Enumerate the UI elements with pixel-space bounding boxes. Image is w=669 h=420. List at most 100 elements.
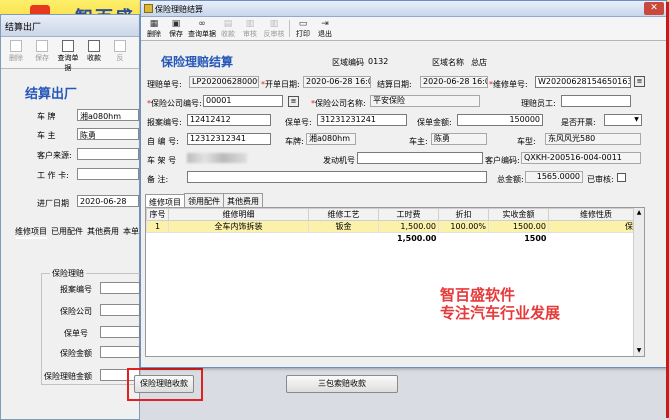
- audit-button[interactable]: ▥ 审核: [239, 18, 261, 39]
- remark-field[interactable]: [187, 171, 487, 183]
- staff-label: 理赔员工:: [521, 99, 556, 108]
- vin-redacted: [187, 153, 247, 163]
- scroll-up-icon[interactable]: ▲: [634, 208, 644, 218]
- phone-field[interactable]: 12312312341: [187, 133, 271, 145]
- bg-ins-field-4[interactable]: [100, 346, 140, 358]
- table-row[interactable]: 1 全车内饰拆装 钣金 1,500.00 100.00% 1500.00 保险: [146, 220, 644, 233]
- bg-source-field[interactable]: [77, 148, 139, 160]
- cell-detail: 全车内饰拆装: [168, 220, 309, 233]
- table-header-row: 序号 维修明细 维修工艺 工时费 折扣 实收金额 维修性质: [146, 208, 644, 221]
- bg-tab-parts[interactable]: 已用配件: [51, 226, 83, 239]
- policy-no-field[interactable]: 31231231241: [317, 114, 407, 126]
- col-header[interactable]: 维修性质: [548, 208, 644, 221]
- bg-entry-date-field[interactable]: 2020-06-28: [77, 195, 139, 207]
- settle-date-field[interactable]: 2020-06-28 16:05: [420, 76, 488, 88]
- bg-entry-date-label: 进厂日期: [37, 199, 69, 208]
- receive-icon: [88, 40, 100, 52]
- bg-delete-button[interactable]: 删除: [5, 39, 27, 66]
- bg-reverse-button[interactable]: 反: [109, 39, 131, 66]
- ins-code-field[interactable]: 00001: [203, 95, 283, 107]
- repair-items-table: 序号 维修明细 维修工艺 工时费 折扣 实收金额 维修性质 1 全车内饰拆装 钣…: [146, 208, 644, 244]
- ins-name-label: *保险公司名称:: [311, 99, 366, 108]
- owner-field[interactable]: 陈勇: [431, 133, 487, 145]
- cell-amount: 1500.00: [488, 220, 549, 233]
- settlement-window-titlebar: 结算出厂: [1, 15, 139, 37]
- audited-checkbox[interactable]: [617, 173, 626, 182]
- total-field[interactable]: 1565.0000: [525, 171, 583, 183]
- bg-tab-this[interactable]: 本单: [123, 226, 139, 239]
- invoice-label: 是否开票:: [561, 118, 596, 127]
- plate-field[interactable]: 湘a080hm: [306, 133, 356, 145]
- repair-no-label: *维修单号:: [489, 80, 528, 89]
- col-header[interactable]: 工时费: [378, 208, 439, 221]
- window-title: 保险理赔结算: [155, 5, 203, 14]
- close-button[interactable]: ✕: [644, 2, 664, 15]
- repair-items-grid: 序号 维修明细 维修工艺 工时费 折扣 实收金额 维修性质 1 全车内饰拆装 钣…: [145, 207, 645, 357]
- col-header[interactable]: 序号: [146, 208, 169, 221]
- report-no-field[interactable]: 12412412: [187, 114, 271, 126]
- audit-icon: ▥: [245, 19, 255, 29]
- save-button[interactable]: ▣ 保存: [165, 18, 187, 39]
- bg-ins-field-3[interactable]: [100, 326, 140, 338]
- delete-button[interactable]: ▦ 删除: [143, 18, 165, 39]
- bg-ins-field-2[interactable]: [100, 304, 140, 316]
- claim-no-label: 理赔单号:: [147, 80, 182, 89]
- totals-row: 1,500.00 1500: [147, 233, 644, 244]
- repair-no-picker-icon[interactable]: ≡: [634, 76, 645, 87]
- engine-label: 发动机号: [323, 156, 355, 165]
- bg-query-button[interactable]: 查询单据: [57, 39, 79, 72]
- window-app-icon: [144, 4, 153, 13]
- grid-scrollbar[interactable]: ▲ ▼: [633, 208, 644, 356]
- open-date-label: *开单日期:: [261, 80, 300, 89]
- col-header[interactable]: 实收金额: [488, 208, 549, 221]
- bg-save-button[interactable]: 保存: [31, 39, 53, 66]
- unaudit-icon: ▥: [269, 19, 279, 29]
- claim-no-field[interactable]: LP202006280009: [189, 76, 259, 88]
- unaudit-button[interactable]: ▥ 反审核: [261, 18, 287, 39]
- cell-process: 钣金: [308, 220, 379, 233]
- engine-field[interactable]: [357, 152, 483, 164]
- print-icon: ▭: [298, 19, 308, 29]
- scroll-down-icon[interactable]: ▼: [634, 346, 644, 356]
- three-guarantee-receive-button[interactable]: 三包索赔收款: [286, 375, 398, 393]
- bg-tabs: 维修项目 已用配件 其他费用 本单: [15, 226, 139, 239]
- bg-plate-field[interactable]: 湘a080hm: [77, 109, 139, 121]
- total-labor: 1,500.00: [397, 233, 437, 243]
- bg-ins-label-2: 保险公司: [60, 307, 92, 316]
- repair-no-field[interactable]: W20200628154650163: [535, 76, 631, 88]
- col-header[interactable]: 维修明细: [168, 208, 309, 221]
- policy-amount-field[interactable]: 150000: [457, 114, 543, 126]
- bg-ins-label-4: 保险金额: [60, 349, 92, 358]
- model-field[interactable]: 东风风光580: [545, 133, 641, 145]
- print-button[interactable]: ▭ 打印: [292, 18, 314, 39]
- cell-nature: 保险: [548, 220, 644, 233]
- chevron-down-icon[interactable]: ▼: [632, 115, 641, 125]
- col-header[interactable]: 维修工艺: [308, 208, 379, 221]
- exit-icon: ⇥: [321, 19, 329, 29]
- settle-date-label: 结算日期:: [377, 80, 412, 89]
- region-name-label: 区域名称: [432, 58, 464, 67]
- main-toolbar: ▦ 删除 ▣ 保存 ∞ 查询单据 ▤ 收款 ▥ 审核 ▥ 反审核 ▭ 打印 ⇥ 退出: [141, 17, 666, 41]
- bg-tab-other[interactable]: 其他费用: [87, 226, 119, 239]
- exit-button[interactable]: ⇥ 退出: [314, 18, 336, 39]
- open-date-field[interactable]: 2020-06-28 16:05: [303, 76, 371, 88]
- ins-name-field[interactable]: 平安保险: [370, 95, 480, 107]
- bg-tab-repair[interactable]: 维修项目: [15, 226, 47, 239]
- col-header[interactable]: 折扣: [438, 208, 489, 221]
- page-title: 保险理赔结算: [161, 55, 234, 69]
- bg-ins-field-1[interactable]: [100, 282, 140, 294]
- ins-code-picker-icon[interactable]: ≡: [288, 96, 299, 107]
- settlement-window: 结算出厂 删除 保存 查询单据 收款 反 结算出厂 车 牌 湘a080hm 车 …: [0, 14, 141, 420]
- region-code-value: 0132: [368, 57, 389, 66]
- cell-seq: 1: [146, 220, 169, 233]
- binoculars-icon: ∞: [198, 19, 206, 29]
- customer-code-field[interactable]: QXKH-200516-004-0011: [521, 152, 641, 164]
- receive-button[interactable]: ▤ 收款: [217, 18, 239, 39]
- total-amount: 1500: [524, 233, 547, 243]
- query-button[interactable]: ∞ 查询单据: [187, 18, 217, 39]
- bg-receive-button[interactable]: 收款: [83, 39, 105, 66]
- bg-ticket-field[interactable]: [77, 168, 139, 180]
- staff-field[interactable]: [561, 95, 631, 107]
- bg-owner-label: 车 主: [37, 131, 56, 140]
- bg-owner-field[interactable]: 陈勇: [77, 128, 139, 140]
